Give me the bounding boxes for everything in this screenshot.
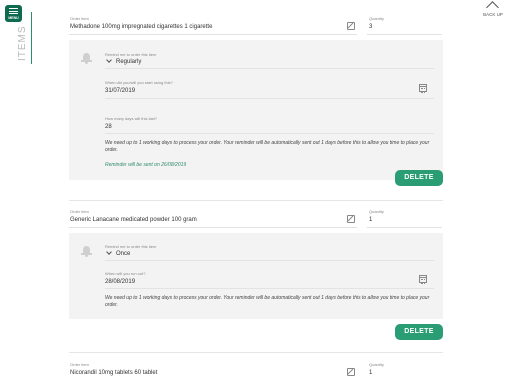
quantity-field[interactable]: 1 <box>369 217 372 223</box>
processing-notice: We need up to 1 working days to process … <box>105 295 430 308</box>
order-item-card: Order item Generic Lanacane medicated po… <box>69 207 443 343</box>
menu-label: MENU <box>8 16 19 20</box>
edit-icon[interactable] <box>347 22 355 30</box>
remind-select[interactable]: Regularly <box>116 59 141 65</box>
hamburger-icon <box>9 8 18 14</box>
days-underline <box>105 133 434 134</box>
section-rule <box>31 12 32 64</box>
calendar-icon[interactable] <box>419 84 427 93</box>
back-up-button[interactable]: BACK UP <box>481 0 505 20</box>
remind-underline <box>105 260 434 261</box>
order-item-label: Order item <box>70 362 89 367</box>
quantity-label: Quantity <box>369 362 384 367</box>
quantity-field[interactable]: 3 <box>369 24 372 30</box>
calendar-icon[interactable] <box>419 275 427 284</box>
order-item-card: Order item Methadone 100mg impregnated c… <box>69 14 443 190</box>
remind-label: Remind me to order this item <box>105 52 157 57</box>
runout-date-field[interactable]: 28/08/2019 <box>105 279 135 285</box>
chevron-down-icon[interactable] <box>106 57 112 63</box>
reminder-date-text: Reminder will be sent on 26/08/2019 <box>105 162 187 168</box>
order-item-card: Order item Nicorandil 10mg tablets 60 ta… <box>69 360 443 378</box>
menu-button[interactable]: MENU <box>5 5 22 22</box>
remind-select[interactable]: Once <box>116 251 130 257</box>
back-up-label: BACK UP <box>483 12 503 17</box>
order-divider <box>69 352 443 353</box>
start-date-underline <box>105 98 434 99</box>
delete-button[interactable]: DELETE <box>395 324 443 340</box>
remind-label: Remind me to order this item <box>105 244 157 249</box>
edit-icon[interactable] <box>347 368 355 376</box>
reminder-panel: Remind me to order this item Once When w… <box>69 233 443 319</box>
order-item-underline <box>69 34 357 35</box>
runout-date-label: When will you run out? <box>105 271 146 276</box>
runout-date-underline <box>105 288 434 289</box>
remind-underline <box>105 68 434 69</box>
start-date-label: When did you/will you start using this? <box>105 80 173 85</box>
processing-notice: We need up to 1 working days to process … <box>105 140 430 153</box>
chevron-down-icon[interactable] <box>106 249 112 255</box>
reminder-panel: Remind me to order this item Regularly W… <box>69 40 443 180</box>
order-item-name[interactable]: Generic Lanacane medicated powder 100 gr… <box>70 217 197 223</box>
quantity-underline <box>367 227 442 228</box>
quantity-label: Quantity <box>369 16 384 21</box>
order-divider <box>69 200 443 201</box>
days-field[interactable]: 28 <box>105 124 112 130</box>
bell-icon <box>81 53 92 64</box>
order-item-underline <box>69 227 357 228</box>
bell-icon <box>81 246 92 257</box>
order-item-label: Order item <box>70 209 89 214</box>
section-title: ITEMS <box>17 25 28 61</box>
order-item-name[interactable]: Nicorandil 10mg tablets 60 tablet <box>70 370 157 376</box>
order-item-label: Order item <box>70 16 89 21</box>
quantity-underline <box>367 34 442 35</box>
quantity-field[interactable]: 1 <box>369 370 372 376</box>
days-label: How many days will this last? <box>105 116 158 121</box>
quantity-label: Quantity <box>369 209 384 214</box>
edit-icon[interactable] <box>347 215 355 223</box>
delete-button[interactable]: DELETE <box>395 170 443 186</box>
start-date-field[interactable]: 31/07/2019 <box>105 88 135 94</box>
order-item-name[interactable]: Methadone 100mg impregnated cigarettes 1… <box>70 24 212 30</box>
